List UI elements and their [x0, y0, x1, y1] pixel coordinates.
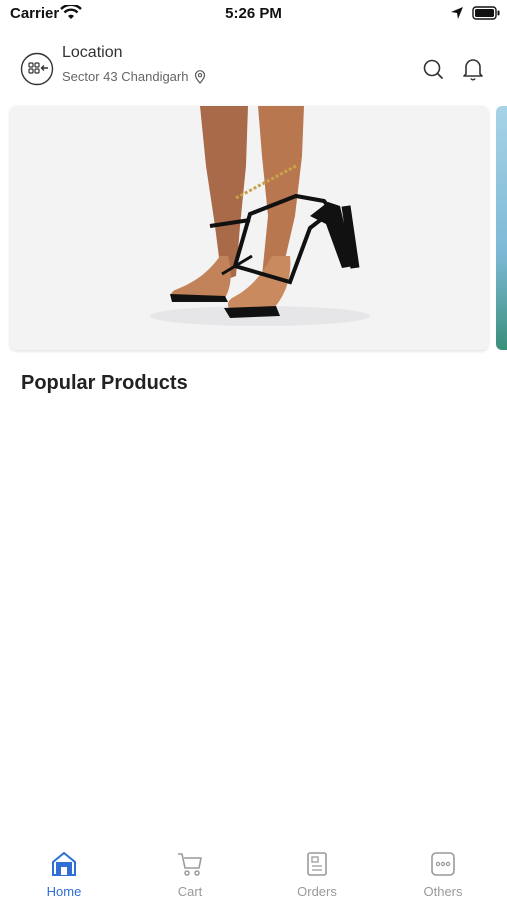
notification-bell-icon[interactable] [460, 56, 486, 82]
map-pin-icon [195, 69, 206, 84]
location-selector[interactable]: Sector 43 Chandigarh [62, 69, 206, 84]
banner-image-sandal [10, 106, 488, 350]
tab-orders-label: Orders [297, 884, 337, 899]
tab-cart-label: Cart [177, 884, 203, 899]
battery-icon [472, 6, 500, 20]
status-bar: Carrier 5:26 PM [0, 0, 507, 30]
clock: 5:26 PM [225, 5, 282, 22]
home-icon [52, 851, 76, 876]
promo-banner[interactable] [10, 106, 488, 350]
next-banner-preview[interactable] [496, 106, 507, 350]
popular-products-heading: Popular Products [21, 372, 188, 394]
location-title: Location [62, 44, 123, 61]
more-icon [431, 852, 455, 876]
orders-icon [307, 852, 327, 876]
tab-home-label: Home [46, 884, 82, 899]
tab-cart[interactable]: Cart [135, 850, 245, 899]
location-value: Sector 43 Chandigarh [62, 69, 189, 84]
tab-others-label: Others [423, 884, 463, 899]
location-arrow-icon [451, 7, 463, 19]
menu-grid-icon[interactable] [20, 52, 54, 86]
app-header: Location Sector 43 Chandigarh [0, 38, 507, 98]
search-icon[interactable] [422, 58, 444, 80]
tab-orders[interactable]: Orders [262, 850, 372, 899]
tab-home[interactable]: Home [9, 850, 119, 899]
tab-others[interactable]: Others [388, 850, 498, 899]
bottom-tab-bar: Home Cart Orders Others [0, 838, 507, 900]
cart-icon [178, 853, 202, 876]
